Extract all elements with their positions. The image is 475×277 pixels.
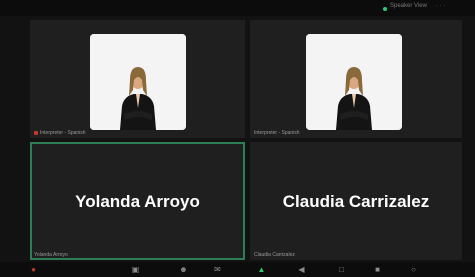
view-mode-label[interactable]: Speaker View: [390, 3, 427, 9]
person-avatar-icon: [306, 34, 402, 130]
video-tile-interpreter-2[interactable]: Interpreter - Spanish: [250, 20, 462, 138]
participant-name: Yolanda Arroyo: [75, 192, 200, 211]
mic-icon[interactable]: ●: [28, 264, 39, 275]
video-tile-interpreter-1[interactable]: Interpreter - Spanish: [30, 20, 245, 138]
status-dot-icon: [383, 7, 387, 11]
top-bar: Speaker View · · ·: [0, 0, 475, 16]
video-icon[interactable]: ▣: [130, 264, 141, 275]
person-avatar-icon: [90, 34, 186, 130]
interpreter-video: [306, 34, 402, 130]
tile-label: Yolanda Arroyo: [34, 252, 68, 258]
chat-icon[interactable]: ✉: [212, 264, 223, 275]
share-icon[interactable]: ▲: [256, 264, 267, 275]
video-tile-participant-2[interactable]: Claudia Carrizalez Claudia Carrizalez: [250, 142, 462, 260]
apps-icon[interactable]: ■: [372, 264, 383, 275]
record-icon[interactable]: ◀: [296, 264, 307, 275]
more-icon[interactable]: ○: [408, 264, 419, 275]
video-grid: Interpreter - Spanish Interpreter - Span…: [0, 16, 475, 262]
tile-label: Interpreter - Spanish: [34, 130, 86, 136]
participants-icon[interactable]: ☻: [178, 264, 189, 275]
reactions-icon[interactable]: □: [336, 264, 347, 275]
tile-label: Interpreter - Spanish: [254, 130, 300, 136]
participant-name: Claudia Carrizalez: [282, 192, 430, 211]
mic-muted-icon: [34, 130, 38, 135]
video-tile-participant-1[interactable]: Yolanda Arroyo Yolanda Arroyo: [30, 142, 245, 260]
interpreter-video: [90, 34, 186, 130]
topbar-more[interactable]: · · ·: [436, 3, 445, 9]
tile-label: Claudia Carrizalez: [254, 252, 295, 258]
meeting-toolbar: ● ▣ ☻ ✉ ▲ ◀ □ ■ ○: [0, 262, 475, 277]
